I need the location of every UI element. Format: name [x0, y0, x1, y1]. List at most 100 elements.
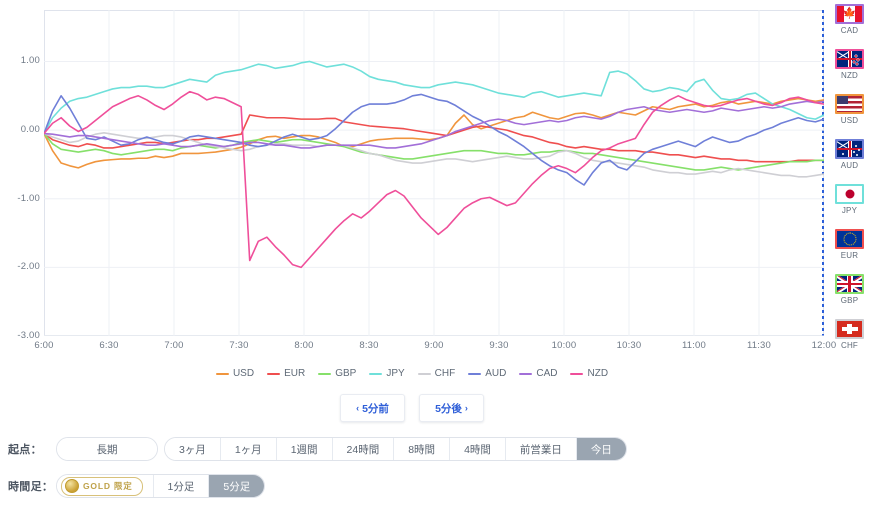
legend-swatch-icon [318, 372, 332, 375]
x-axis-tick-label: 10:30 [616, 340, 642, 351]
flag-label: NZD [840, 71, 859, 80]
legend-swatch-icon [417, 372, 431, 375]
forex-comparison-chart-page: 1.00 0.00 -1.00 -2.00 -3.00 6:00 6:30 7:00 7:30… [0, 0, 873, 506]
origin-option[interactable]: 8時間 [394, 438, 451, 460]
origin-option[interactable]: 4時間 [450, 438, 506, 460]
x-axis-tick-label: 9:30 [489, 340, 509, 351]
origin-option[interactable]: 前営業日 [505, 438, 577, 460]
gold-badge-label: GOLD 限定 [83, 481, 133, 491]
flag-label: AUD [840, 161, 859, 170]
x-axis-tick-label: 9:00 [424, 340, 444, 351]
x-axis-tick-label: 8:00 [294, 340, 314, 351]
flag-au-icon [835, 139, 864, 159]
y-axis-labels: 1.00 0.00 -1.00 -2.00 -3.00 [0, 0, 40, 346]
legend-swatch-icon [369, 372, 383, 375]
origin-options-group: 3ヶ月 1ヶ月 1週間 24時間 8時間 4時間 前営業日 今日 [164, 437, 627, 461]
y-axis-tick-label: -2.00 [17, 261, 40, 273]
x-axis-tick-label: 11:00 [681, 340, 707, 351]
legend-item-eur[interactable]: EUR [267, 368, 305, 379]
flag-label: JPY [841, 206, 858, 215]
y-axis-tick-label: -1.00 [17, 192, 40, 204]
legend-swatch-icon [519, 372, 533, 375]
x-axis-tick-label: 7:30 [229, 340, 249, 351]
flag-item-gbp[interactable]: GBP [827, 274, 872, 319]
legend-item-usd[interactable]: USD [215, 368, 255, 379]
gold-pill: GOLD 限定 [61, 476, 143, 496]
timeframe-row-label: 時間足： [8, 481, 54, 493]
flag-nz-icon [835, 49, 864, 69]
flag-item-chf[interactable]: CHF [827, 319, 872, 364]
flag-item-jpy[interactable]: JPY [827, 184, 872, 229]
legend-swatch-icon [468, 372, 482, 375]
flag-item-usd[interactable]: USD [827, 94, 872, 139]
legend-swatch-icon [267, 372, 281, 375]
legend-item-cad[interactable]: CAD [519, 368, 557, 379]
legend-label: JPY [386, 368, 405, 379]
origin-selector-row: 起点： 長期 3ヶ月 1ヶ月 1週間 24時間 8時間 4時間 前営業日 今日 [8, 437, 627, 461]
flag-item-nzd[interactable]: NZD [827, 49, 872, 94]
legend-item-gbp[interactable]: GBP [318, 368, 356, 379]
legend-label: GBP [335, 368, 357, 379]
flag-label: CAD [840, 26, 859, 35]
prev-5min-label: 5分前 [362, 402, 389, 415]
gold-badge: GOLD 限定 [57, 475, 154, 497]
legend-label: CHF [434, 368, 456, 379]
origin-option[interactable]: 1ヶ月 [220, 438, 277, 460]
flag-gb-icon [835, 274, 864, 294]
flag-item-cad[interactable]: 🍁 CAD [827, 4, 872, 49]
timeframe-options-group: GOLD 限定 1分足 5分足 [56, 474, 266, 498]
flag-label: CHF [840, 341, 859, 350]
flag-ch-icon [835, 319, 864, 339]
prev-5min-button[interactable]: ‹ 5分前 [340, 394, 405, 422]
y-axis-tick-label: 0.00 [20, 124, 40, 136]
gold-coin-icon [65, 479, 79, 493]
x-axis-tick-label: 10:00 [551, 340, 577, 351]
flag-item-aud[interactable]: AUD [827, 139, 872, 184]
flag-us-icon [835, 94, 864, 114]
y-axis-tick-label: 1.00 [20, 55, 40, 67]
flag-item-eur[interactable]: EUR [827, 229, 872, 274]
chart-container: 1.00 0.00 -1.00 -2.00 -3.00 6:00 6:30 7:00 7:30… [0, 0, 873, 390]
origin-option[interactable]: 24時間 [332, 438, 395, 460]
legend-label: NZD [587, 368, 609, 379]
legend-item-jpy[interactable]: JPY [369, 368, 405, 379]
flag-label: EUR [840, 251, 859, 260]
flag-ca-icon: 🍁 [835, 4, 864, 24]
time-nav-buttons: ‹ 5分前 5分後 › [0, 394, 824, 422]
chart-legend: USD EUR GBP JPY CHF AUD CAD NZD [0, 368, 824, 379]
next-5min-label: 5分後 [435, 402, 462, 415]
x-axis-tick-label: 7:00 [164, 340, 184, 351]
timeframe-selector-row: 時間足： GOLD 限定 1分足 5分足 [8, 474, 266, 498]
origin-option-long-term[interactable]: 長期 [57, 438, 157, 460]
legend-label: USD [232, 368, 255, 379]
x-axis-tick-label: 11:30 [746, 340, 772, 351]
legend-label: AUD [485, 368, 507, 379]
currency-flag-list[interactable]: 🍁 CAD NZD USD AUD JPY EUR GBP CHF [826, 4, 873, 364]
chevron-left-icon: ‹ [356, 403, 360, 413]
legend-label: EUR [284, 368, 306, 379]
next-5min-button[interactable]: 5分後 › [419, 394, 484, 422]
legend-item-aud[interactable]: AUD [468, 368, 506, 379]
x-axis-tick-label: 6:30 [99, 340, 119, 351]
legend-label: CAD [536, 368, 558, 379]
chevron-right-icon: › [464, 403, 468, 413]
legend-swatch-icon [570, 372, 584, 375]
origin-longterm-group: 長期 [56, 437, 158, 461]
x-axis-labels: 6:00 6:30 7:00 7:30 8:00 8:30 9:00 9:30 10:00 10:… [0, 340, 873, 360]
flag-eu-icon [835, 229, 864, 249]
legend-item-chf[interactable]: CHF [417, 368, 456, 379]
chart-svg [44, 10, 824, 336]
flag-label: USD [840, 116, 859, 125]
flag-label: GBP [840, 296, 859, 305]
legend-item-nzd[interactable]: NZD [570, 368, 608, 379]
origin-option[interactable]: 3ヶ月 [165, 438, 221, 460]
origin-row-label: 起点： [8, 444, 42, 456]
x-axis-tick-label: 6:00 [34, 340, 54, 351]
x-axis-tick-label: 8:30 [359, 340, 379, 351]
flag-jp-icon [835, 184, 864, 204]
timeframe-option[interactable]: 5分足 [209, 475, 265, 497]
origin-option[interactable]: 今日 [576, 438, 626, 460]
legend-swatch-icon [215, 372, 229, 375]
origin-option[interactable]: 1週間 [276, 438, 333, 460]
timeframe-option[interactable]: 1分足 [153, 475, 210, 497]
